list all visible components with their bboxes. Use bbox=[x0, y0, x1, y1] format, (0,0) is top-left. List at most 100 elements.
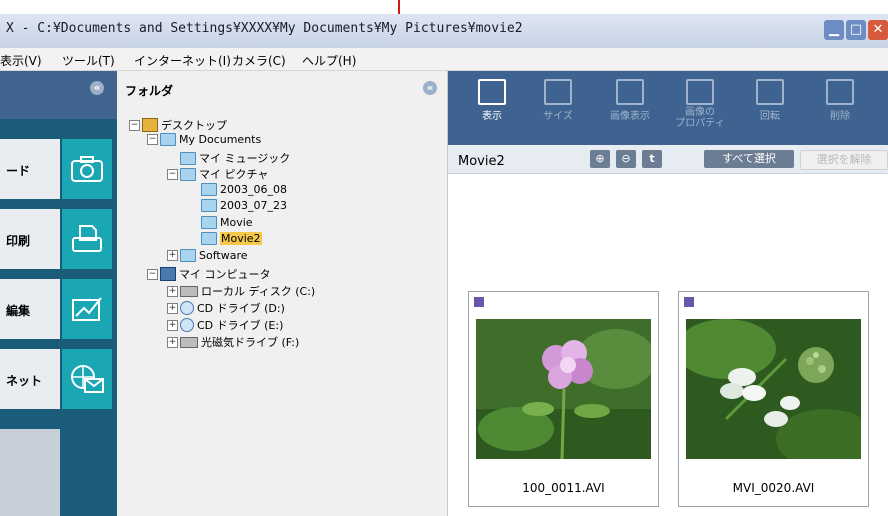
computer-icon bbox=[160, 267, 176, 281]
size-button-label: サイズ bbox=[543, 111, 573, 122]
thumbnail-filename: 100_0011.AVI bbox=[522, 481, 605, 495]
folder-panel: フォルダ « − デスクトップ − My Documents マイ ミュージック −… bbox=[117, 71, 448, 516]
tree-item-2003-07-23[interactable]: 2003_07_23 bbox=[201, 199, 287, 212]
tree-label: My Documents bbox=[179, 133, 262, 146]
collapse-left-panel-icon[interactable]: « bbox=[90, 81, 104, 95]
menu-help[interactable]: ヘルプ(H) bbox=[302, 52, 356, 69]
toolbar: 表示 サイズ 画像表示 画像の プロパティ 回転 削除 bbox=[448, 71, 888, 145]
cd-drive-icon bbox=[180, 318, 194, 332]
view-icon bbox=[478, 79, 506, 105]
content-panel: 表示 サイズ 画像表示 画像の プロパティ 回転 削除 Movie2 ⊕ ⊖ t… bbox=[448, 71, 888, 516]
tree-item-desktop[interactable]: − デスクトップ bbox=[129, 117, 227, 133]
tree-label: 2003_06_08 bbox=[220, 183, 287, 196]
folder-icon bbox=[201, 183, 217, 196]
collapse-node-icon[interactable]: − bbox=[167, 168, 178, 180]
delete-button-label: 削除 bbox=[830, 111, 850, 122]
folder-open-icon bbox=[160, 133, 176, 146]
thumbnail-filename: MVI_0020.AVI bbox=[732, 481, 815, 495]
tree-label: ローカル ディスク (C:) bbox=[201, 285, 316, 298]
path-bar: Movie2 ⊕ ⊖ t すべて選択 選択を解除 bbox=[448, 145, 888, 174]
tree-label: Movie bbox=[220, 216, 253, 229]
tree-item-my-music[interactable]: マイ ミュージック bbox=[180, 150, 290, 166]
nav-label-print: 印刷 bbox=[6, 234, 31, 248]
expand-node-icon[interactable]: + bbox=[167, 250, 178, 261]
current-folder-label: Movie2 bbox=[458, 154, 505, 169]
size-icon bbox=[544, 79, 572, 105]
zoom-in-button[interactable]: ⊕ bbox=[590, 150, 610, 168]
delete-icon bbox=[826, 79, 854, 105]
expand-node-icon[interactable]: + bbox=[167, 319, 178, 331]
left-nav-header bbox=[0, 71, 117, 119]
menu-internet[interactable]: インターネット(I) bbox=[134, 52, 231, 69]
print-icon[interactable] bbox=[62, 209, 112, 269]
menu-camera[interactable]: カメラ(C) bbox=[232, 52, 286, 69]
camera-icon[interactable] bbox=[62, 139, 112, 199]
folder-panel-title: フォルダ bbox=[125, 84, 174, 98]
tree-label: CD ドライブ (E:) bbox=[197, 319, 284, 332]
collapse-folder-panel-icon[interactable]: « bbox=[423, 81, 437, 95]
folder-icon bbox=[201, 216, 217, 229]
close-button[interactable]: ✕ bbox=[868, 20, 888, 40]
movie-icon bbox=[684, 297, 694, 307]
internet-mail-icon[interactable] bbox=[62, 349, 112, 409]
tree-label: 2003_07_23 bbox=[220, 199, 287, 212]
collapse-node-icon[interactable]: − bbox=[147, 268, 158, 280]
select-all-button[interactable]: すべて選択 bbox=[704, 150, 794, 168]
deselect-button: 選択を解除 bbox=[800, 150, 888, 170]
tree-item-mo-drive[interactable]: + 光磁気ドライブ (F:) bbox=[167, 334, 299, 350]
nav-label-internet: ネット bbox=[6, 374, 43, 388]
left-nav-panel: « ード 印刷 編集 ネット bbox=[0, 71, 117, 516]
image-properties-icon bbox=[686, 79, 714, 105]
delete-button[interactable]: 削除 bbox=[810, 79, 870, 122]
menu-tools[interactable]: ツール(T) bbox=[62, 52, 115, 69]
tree-item-2003-06-08[interactable]: 2003_06_08 bbox=[201, 183, 287, 196]
image-view-icon bbox=[616, 79, 644, 105]
expand-node-icon[interactable]: + bbox=[167, 285, 178, 297]
folder-icon bbox=[180, 151, 196, 165]
rotate-button[interactable]: 回転 bbox=[740, 79, 800, 122]
menu-view[interactable]: 表示(V) bbox=[0, 52, 42, 69]
tree-label: CD ドライブ (D:) bbox=[197, 302, 285, 315]
tree-item-my-computer[interactable]: − マイ コンピュータ bbox=[147, 266, 271, 282]
thumbnail-item[interactable]: 100_0011.AVI bbox=[468, 291, 659, 507]
edit-icon[interactable] bbox=[62, 279, 112, 339]
image-view-button[interactable]: 画像表示 bbox=[600, 79, 660, 122]
tree-item-my-documents[interactable]: − My Documents bbox=[147, 133, 261, 146]
image-properties-button[interactable]: 画像の プロパティ bbox=[670, 79, 730, 129]
menu-bar: 表示(V) ツール(T) インターネット(I) カメラ(C) ヘルプ(H) bbox=[0, 48, 888, 71]
tree-item-cd-d[interactable]: + CD ドライブ (D:) bbox=[167, 300, 285, 316]
thumbnail-item[interactable]: MVI_0020.AVI bbox=[678, 291, 869, 507]
zoom-out-button[interactable]: ⊖ bbox=[616, 150, 636, 168]
expand-node-icon[interactable]: + bbox=[167, 336, 178, 348]
image-view-button-label: 画像表示 bbox=[610, 111, 650, 122]
tree-label: マイ コンピュータ bbox=[179, 268, 271, 281]
size-button[interactable]: サイズ bbox=[528, 79, 588, 122]
rotate-icon bbox=[756, 79, 784, 105]
tree-label-selected: Movie2 bbox=[220, 232, 262, 245]
minimize-button[interactable]: ▁ bbox=[824, 20, 844, 40]
up-folder-button[interactable]: t bbox=[642, 150, 662, 168]
left-nav-footer bbox=[0, 429, 60, 516]
tree-item-local-disk[interactable]: + ローカル ディスク (C:) bbox=[167, 283, 315, 299]
maximize-button[interactable]: □ bbox=[846, 20, 866, 40]
folder-icon bbox=[180, 249, 196, 262]
tree-item-movie2[interactable]: Movie2 bbox=[201, 232, 262, 245]
tree-item-cd-e[interactable]: + CD ドライブ (E:) bbox=[167, 317, 283, 333]
tree-item-movie[interactable]: Movie bbox=[201, 216, 253, 229]
tree-label: マイ ピクチャ bbox=[199, 168, 269, 181]
tree-item-software[interactable]: + Software bbox=[167, 249, 248, 262]
title-bar: X - C:¥Documents and Settings¥XXXX¥My Do… bbox=[0, 14, 888, 48]
folder-open-icon bbox=[180, 167, 196, 181]
nav-label-edit: 編集 bbox=[6, 304, 31, 318]
tree-item-my-pictures[interactable]: − マイ ピクチャ bbox=[167, 166, 268, 182]
tree-label: マイ ミュージック bbox=[199, 152, 291, 165]
collapse-node-icon[interactable]: − bbox=[129, 119, 140, 131]
movie-icon bbox=[474, 297, 484, 307]
view-button[interactable]: 表示 bbox=[462, 79, 522, 122]
collapse-node-icon[interactable]: − bbox=[147, 134, 158, 145]
folder-open-icon bbox=[201, 232, 217, 245]
expand-node-icon[interactable]: + bbox=[167, 302, 178, 314]
tree-label: Software bbox=[199, 249, 248, 262]
nav-label-camera: ード bbox=[6, 164, 31, 178]
folder-icon bbox=[201, 199, 217, 212]
